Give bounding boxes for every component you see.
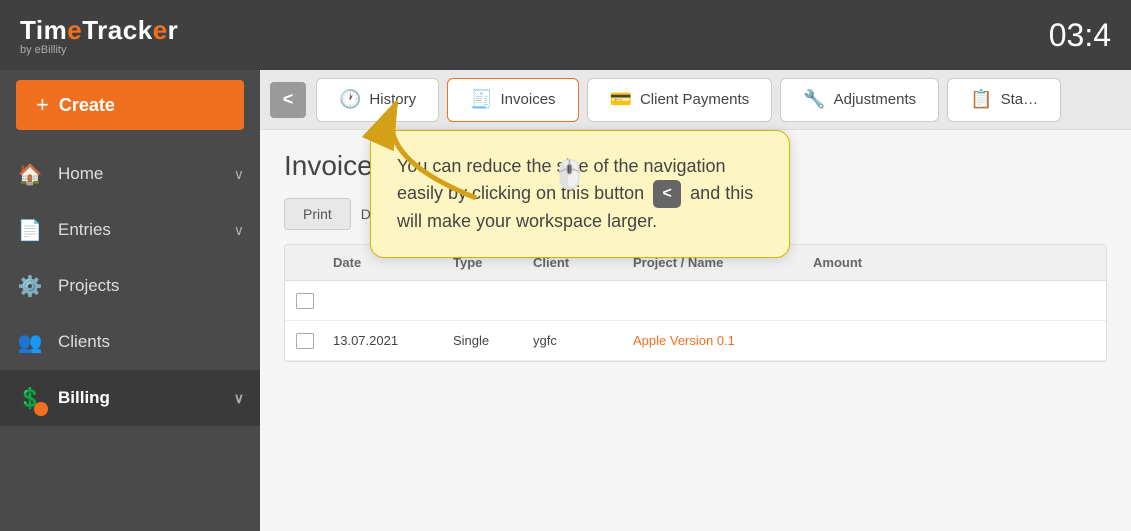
tab-invoices[interactable]: 🧾 Invoices (447, 78, 578, 122)
history-tab-icon: 🕐 (339, 89, 361, 110)
home-icon: 🏠 (16, 160, 44, 188)
adjustments-tab-icon: 🔧 (803, 89, 825, 110)
billing-label: Billing (58, 388, 110, 408)
create-label: Create (59, 95, 115, 116)
history-tab-label: History (369, 91, 416, 108)
print-button[interactable]: Print (284, 198, 351, 230)
entries-icon: 📄 (16, 216, 44, 244)
table-row-empty (285, 281, 1106, 321)
sidebar-item-home[interactable]: 🏠 Home ∨ (0, 146, 260, 202)
clients-label: Clients (58, 332, 110, 352)
row-check-cell[interactable] (285, 333, 325, 349)
logo-area: TimeTracker by eBillity (20, 15, 178, 56)
tooltip-callout: You can reduce the size of the navigatio… (370, 130, 790, 258)
client-payments-tab-icon: 💳 (610, 89, 632, 110)
client-payments-tab-label: Client Payments (640, 91, 749, 108)
tab-client-payments[interactable]: 💳 Client Payments (587, 78, 773, 122)
invoices-tab-icon: 🧾 (470, 89, 492, 110)
logo-text: TimeTracker (20, 15, 178, 46)
tab-sta[interactable]: 📋 Sta… (947, 78, 1061, 122)
logo-o: e (153, 15, 168, 45)
row-type: Single (445, 333, 525, 348)
sidebar-item-clients[interactable]: 👥 Clients (0, 314, 260, 370)
clock-display: 03:4 (1049, 17, 1111, 54)
table-row: 13.07.2021 Single ygfc Apple Version 0.1 (285, 321, 1106, 361)
sidebar-item-projects[interactable]: ⚙️ Projects (0, 258, 260, 314)
sta-tab-icon: 📋 (970, 89, 992, 110)
home-label: Home (58, 164, 103, 184)
clients-icon: 👥 (16, 328, 44, 356)
tooltip-collapse-btn: < (653, 180, 681, 208)
row-project[interactable]: Apple Version 0.1 (625, 333, 805, 348)
checkbox[interactable] (296, 293, 314, 309)
create-button[interactable]: + Create (16, 80, 244, 130)
logo-sub: by eBillity (20, 44, 66, 56)
collapse-nav-button[interactable]: < (270, 82, 306, 118)
main-layout: + Create 🏠 Home ∨ 📄 Entries ∨ ⚙️ Project… (0, 70, 1131, 531)
collapse-icon: < (283, 89, 294, 110)
row-date: 13.07.2021 (325, 333, 445, 348)
plus-icon: + (36, 92, 49, 118)
home-chevron: ∨ (234, 166, 244, 183)
billing-chevron: ∨ (234, 390, 244, 407)
billing-icon: 💲 (16, 384, 44, 412)
entries-label: Entries (58, 220, 111, 240)
row-client: ygfc (525, 333, 625, 348)
entries-chevron: ∨ (234, 222, 244, 239)
app-header: TimeTracker by eBillity 03:4 (0, 0, 1131, 70)
row-checkbox[interactable] (296, 333, 314, 349)
tab-history[interactable]: 🕐 History (316, 78, 439, 122)
logo-highlight: e (67, 15, 82, 45)
check-cell[interactable] (285, 293, 325, 309)
tab-bar: < 🕐 History 🧾 Invoices 💳 Client Payments… (260, 70, 1131, 130)
sidebar-item-billing[interactable]: 💲 Billing ∨ (0, 370, 260, 426)
invoices-tab-label: Invoices (501, 91, 556, 108)
invoices-table: Date Type Client Project / Name Amount (284, 244, 1107, 362)
billing-badge (34, 402, 48, 416)
sidebar: + Create 🏠 Home ∨ 📄 Entries ∨ ⚙️ Project… (0, 70, 260, 531)
projects-icon: ⚙️ (16, 272, 44, 300)
projects-label: Projects (58, 276, 119, 296)
sta-tab-label: Sta… (1001, 91, 1039, 108)
tabs-container: 🕐 History 🧾 Invoices 💳 Client Payments 🔧… (316, 70, 1069, 129)
main-content: < 🕐 History 🧾 Invoices 💳 Client Payments… (260, 70, 1131, 531)
tab-adjustments[interactable]: 🔧 Adjustments (780, 78, 939, 122)
adjustments-tab-label: Adjustments (834, 91, 917, 108)
sidebar-item-entries[interactable]: 📄 Entries ∨ (0, 202, 260, 258)
col-amount: Amount (805, 255, 925, 270)
